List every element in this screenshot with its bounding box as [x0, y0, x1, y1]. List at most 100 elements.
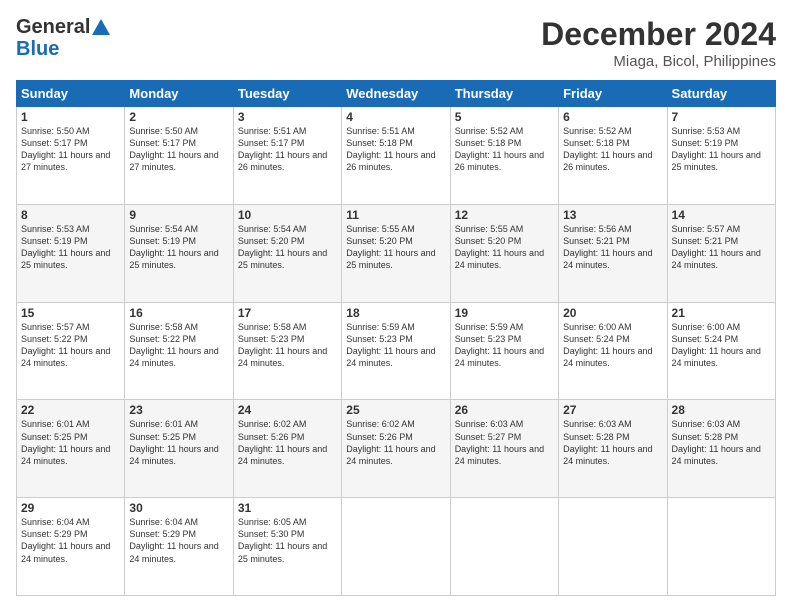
day-number: 2: [129, 110, 228, 124]
cell-content: Sunrise: 5:51 AM Sunset: 5:17 PM Dayligh…: [238, 125, 337, 174]
sunrise-text: Sunrise: 6:03 AM: [672, 419, 741, 429]
table-row: 6 Sunrise: 5:52 AM Sunset: 5:18 PM Dayli…: [559, 107, 667, 205]
col-friday: Friday: [559, 81, 667, 107]
cell-content: Sunrise: 6:00 AM Sunset: 5:24 PM Dayligh…: [672, 321, 771, 370]
sunrise-text: Sunrise: 5:55 AM: [346, 224, 415, 234]
day-number: 4: [346, 110, 445, 124]
table-row: 13 Sunrise: 5:56 AM Sunset: 5:21 PM Dayl…: [559, 204, 667, 302]
day-number: 5: [455, 110, 554, 124]
daylight-text: Daylight: 11 hours and 24 minutes.: [455, 248, 544, 270]
day-number: 19: [455, 306, 554, 320]
sunrise-text: Sunrise: 5:50 AM: [129, 126, 198, 136]
sunset-text: Sunset: 5:17 PM: [129, 138, 196, 148]
col-wednesday: Wednesday: [342, 81, 450, 107]
daylight-text: Daylight: 11 hours and 25 minutes.: [238, 248, 327, 270]
daylight-text: Daylight: 11 hours and 24 minutes.: [672, 248, 761, 270]
day-number: 3: [238, 110, 337, 124]
col-tuesday: Tuesday: [233, 81, 341, 107]
daylight-text: Daylight: 11 hours and 26 minutes.: [346, 150, 435, 172]
title-section: December 2024 Miaga, Bicol, Philippines: [541, 16, 776, 70]
sunrise-text: Sunrise: 5:50 AM: [21, 126, 90, 136]
sunrise-text: Sunrise: 6:04 AM: [129, 517, 198, 527]
sunset-text: Sunset: 5:27 PM: [455, 432, 522, 442]
table-row: 14 Sunrise: 5:57 AM Sunset: 5:21 PM Dayl…: [667, 204, 775, 302]
sunset-text: Sunset: 5:24 PM: [563, 334, 630, 344]
sunrise-text: Sunrise: 6:04 AM: [21, 517, 90, 527]
day-number: 7: [672, 110, 771, 124]
sunrise-text: Sunrise: 5:57 AM: [672, 224, 741, 234]
sunset-text: Sunset: 5:20 PM: [346, 236, 413, 246]
day-number: 16: [129, 306, 228, 320]
cell-content: Sunrise: 5:50 AM Sunset: 5:17 PM Dayligh…: [21, 125, 120, 174]
day-number: 8: [21, 208, 120, 222]
daylight-text: Daylight: 11 hours and 24 minutes.: [238, 444, 327, 466]
sunrise-text: Sunrise: 6:02 AM: [346, 419, 415, 429]
location: Miaga, Bicol, Philippines: [541, 53, 776, 70]
table-row: 18 Sunrise: 5:59 AM Sunset: 5:23 PM Dayl…: [342, 302, 450, 400]
daylight-text: Daylight: 11 hours and 24 minutes.: [129, 346, 218, 368]
day-number: 29: [21, 501, 120, 515]
sunrise-text: Sunrise: 6:00 AM: [563, 322, 632, 332]
daylight-text: Daylight: 11 hours and 27 minutes.: [129, 150, 218, 172]
daylight-text: Daylight: 11 hours and 24 minutes.: [129, 444, 218, 466]
day-number: 30: [129, 501, 228, 515]
sunrise-text: Sunrise: 6:03 AM: [563, 419, 632, 429]
cell-content: Sunrise: 6:02 AM Sunset: 5:26 PM Dayligh…: [346, 418, 445, 467]
col-saturday: Saturday: [667, 81, 775, 107]
sunrise-text: Sunrise: 5:56 AM: [563, 224, 632, 234]
logo-triangle-icon: [92, 19, 110, 35]
sunrise-text: Sunrise: 5:53 AM: [21, 224, 90, 234]
sunset-text: Sunset: 5:20 PM: [238, 236, 305, 246]
day-number: 31: [238, 501, 337, 515]
table-row: 1 Sunrise: 5:50 AM Sunset: 5:17 PM Dayli…: [17, 107, 125, 205]
cell-content: Sunrise: 5:59 AM Sunset: 5:23 PM Dayligh…: [455, 321, 554, 370]
sunset-text: Sunset: 5:29 PM: [129, 529, 196, 539]
table-row: 10 Sunrise: 5:54 AM Sunset: 5:20 PM Dayl…: [233, 204, 341, 302]
sunrise-text: Sunrise: 6:01 AM: [129, 419, 198, 429]
daylight-text: Daylight: 11 hours and 24 minutes.: [346, 444, 435, 466]
day-number: 13: [563, 208, 662, 222]
table-row: 16 Sunrise: 5:58 AM Sunset: 5:22 PM Dayl…: [125, 302, 233, 400]
page: General Blue December 2024 Miaga, Bicol,…: [0, 0, 792, 612]
sunset-text: Sunset: 5:19 PM: [129, 236, 196, 246]
day-number: 9: [129, 208, 228, 222]
table-row: 23 Sunrise: 6:01 AM Sunset: 5:25 PM Dayl…: [125, 400, 233, 498]
sunset-text: Sunset: 5:23 PM: [455, 334, 522, 344]
table-row: 8 Sunrise: 5:53 AM Sunset: 5:19 PM Dayli…: [17, 204, 125, 302]
daylight-text: Daylight: 11 hours and 27 minutes.: [21, 150, 110, 172]
daylight-text: Daylight: 11 hours and 26 minutes.: [563, 150, 652, 172]
cell-content: Sunrise: 5:52 AM Sunset: 5:18 PM Dayligh…: [455, 125, 554, 174]
sunrise-text: Sunrise: 6:00 AM: [672, 322, 741, 332]
day-number: 28: [672, 403, 771, 417]
logo-blue-text: Blue: [16, 38, 110, 60]
day-number: 15: [21, 306, 120, 320]
table-row: 12 Sunrise: 5:55 AM Sunset: 5:20 PM Dayl…: [450, 204, 558, 302]
sunset-text: Sunset: 5:19 PM: [21, 236, 88, 246]
cell-content: Sunrise: 6:02 AM Sunset: 5:26 PM Dayligh…: [238, 418, 337, 467]
sunset-text: Sunset: 5:25 PM: [21, 432, 88, 442]
sunset-text: Sunset: 5:25 PM: [129, 432, 196, 442]
daylight-text: Daylight: 11 hours and 24 minutes.: [563, 444, 652, 466]
table-row: 30 Sunrise: 6:04 AM Sunset: 5:29 PM Dayl…: [125, 498, 233, 596]
daylight-text: Daylight: 11 hours and 25 minutes.: [129, 248, 218, 270]
day-number: 21: [672, 306, 771, 320]
sunrise-text: Sunrise: 5:57 AM: [21, 322, 90, 332]
day-number: 14: [672, 208, 771, 222]
sunset-text: Sunset: 5:21 PM: [563, 236, 630, 246]
day-number: 27: [563, 403, 662, 417]
daylight-text: Daylight: 11 hours and 24 minutes.: [346, 346, 435, 368]
daylight-text: Daylight: 11 hours and 24 minutes.: [563, 346, 652, 368]
sunrise-text: Sunrise: 5:54 AM: [129, 224, 198, 234]
daylight-text: Daylight: 11 hours and 24 minutes.: [21, 346, 110, 368]
table-row: 20 Sunrise: 6:00 AM Sunset: 5:24 PM Dayl…: [559, 302, 667, 400]
table-row: [342, 498, 450, 596]
sunset-text: Sunset: 5:22 PM: [129, 334, 196, 344]
table-row: 9 Sunrise: 5:54 AM Sunset: 5:19 PM Dayli…: [125, 204, 233, 302]
sunrise-text: Sunrise: 5:59 AM: [455, 322, 524, 332]
calendar-row: 22 Sunrise: 6:01 AM Sunset: 5:25 PM Dayl…: [17, 400, 776, 498]
cell-content: Sunrise: 6:03 AM Sunset: 5:28 PM Dayligh…: [672, 418, 771, 467]
calendar-row: 1 Sunrise: 5:50 AM Sunset: 5:17 PM Dayli…: [17, 107, 776, 205]
day-number: 6: [563, 110, 662, 124]
table-row: [450, 498, 558, 596]
col-thursday: Thursday: [450, 81, 558, 107]
